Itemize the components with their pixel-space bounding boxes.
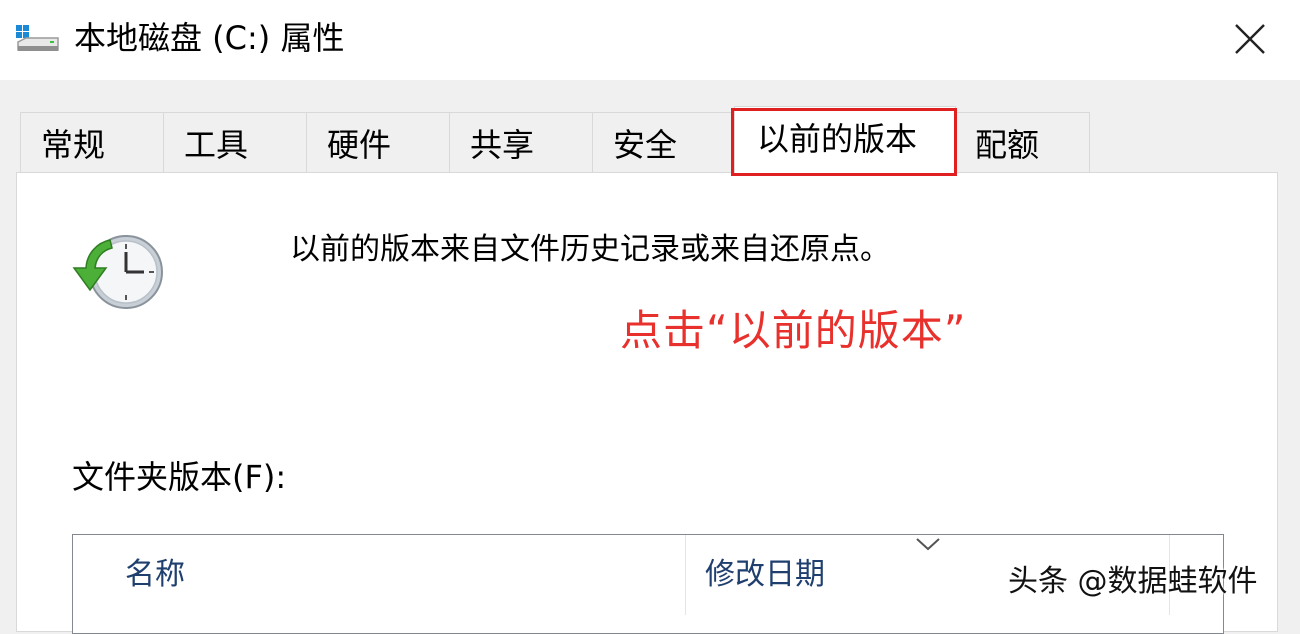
close-button[interactable] <box>1220 10 1280 68</box>
column-separator[interactable] <box>685 535 686 615</box>
title-bar: 本地磁盘 (C:) 属性 <box>0 0 1300 80</box>
tab-general[interactable]: 常规 <box>20 112 164 174</box>
drive-icon <box>14 22 62 56</box>
close-icon <box>1235 24 1265 54</box>
folder-versions-label: 文件夹版本(F): <box>72 458 287 496</box>
tab-label: 硬件 <box>327 126 392 164</box>
watermark: 头条 @数据蛙软件 <box>1008 564 1258 599</box>
sort-chevron-icon <box>916 538 940 551</box>
annotation-text: 点击“以前的版本” <box>620 306 967 355</box>
tab-tools[interactable]: 工具 <box>163 112 307 174</box>
tab-hardware[interactable]: 硬件 <box>306 112 450 174</box>
tab-previous-versions[interactable]: 以前的版本 <box>734 106 956 176</box>
tab-quota[interactable]: 配额 <box>954 112 1090 174</box>
tab-label: 配额 <box>975 126 1040 164</box>
tab-label: 工具 <box>184 126 249 164</box>
column-header-modified-date[interactable]: 修改日期 <box>705 553 825 597</box>
tab-label: 共享 <box>470 126 535 164</box>
tab-sharing[interactable]: 共享 <box>449 112 593 174</box>
restore-clock-icon <box>68 228 168 314</box>
tab-label: 安全 <box>613 126 678 164</box>
column-header-name[interactable]: 名称 <box>125 553 185 597</box>
window-title: 本地磁盘 (C:) 属性 <box>74 19 345 57</box>
tab-label: 以前的版本 <box>757 120 918 158</box>
tab-security[interactable]: 安全 <box>592 112 736 174</box>
tab-label: 常规 <box>41 126 106 164</box>
description-text: 以前的版本来自文件历史记录或来自还原点。 <box>290 232 890 267</box>
